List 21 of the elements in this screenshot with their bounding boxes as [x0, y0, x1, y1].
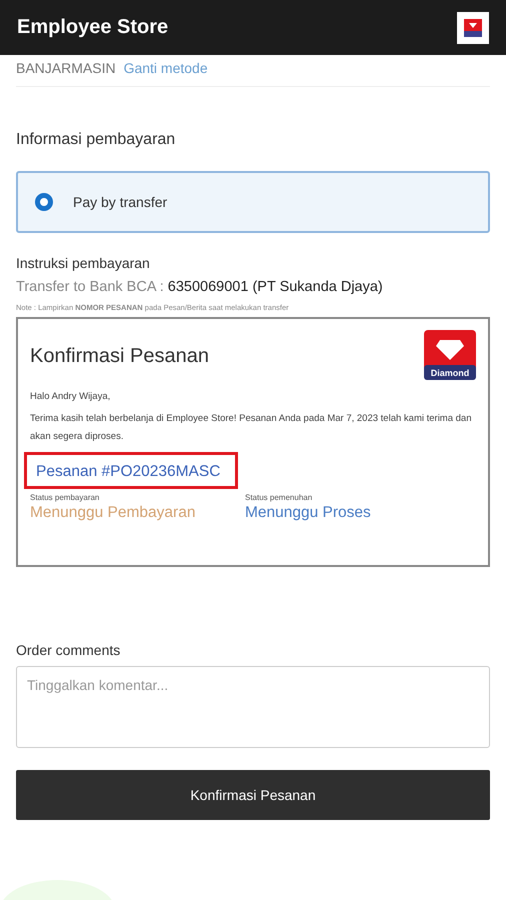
order-number: Pesanan #PO20236MASC: [24, 452, 238, 490]
greeting-text: Halo Andry Wijaya,: [30, 390, 112, 404]
comment-field[interactable]: Tinggalkan komentar...: [16, 666, 490, 748]
comments-label: Order comments: [16, 642, 122, 658]
diamond-logo: Diamond: [424, 330, 476, 380]
app-title: Employee Store: [17, 16, 168, 39]
status-label: Status pembayaran: [30, 493, 100, 502]
confirm-order-button[interactable]: Konfirmasi Pesanan: [16, 770, 490, 820]
city-text: BANJARMASIN: [16, 60, 116, 76]
status-label: Status pemenuhan: [245, 493, 314, 502]
section-title: Informasi pembayaran: [16, 131, 176, 149]
radio-button[interactable]: [35, 193, 53, 211]
card-title: Konfirmasi Pesanan: [30, 345, 210, 368]
status-value: Menunggu Pembayaran: [30, 504, 196, 522]
instructions-title: Instruksi pembayaran: [16, 255, 151, 271]
option-label: Pay by transfer: [73, 194, 168, 210]
payment-option[interactable]: Pay by transfer: [16, 171, 490, 233]
status-value: Menunggu Proses: [245, 504, 372, 522]
logo-icon[interactable]: [457, 12, 489, 44]
transfer-text: Transfer to Bank BCA : 6350069001 (PT Sukanda Djaya): [16, 279, 384, 295]
message-text: Terima kasih telah berbelanja di Employee Store! Pesanan Anda pada Mar 7, 2023 telah kami terima dan akan segera diproses.: [30, 412, 472, 444]
